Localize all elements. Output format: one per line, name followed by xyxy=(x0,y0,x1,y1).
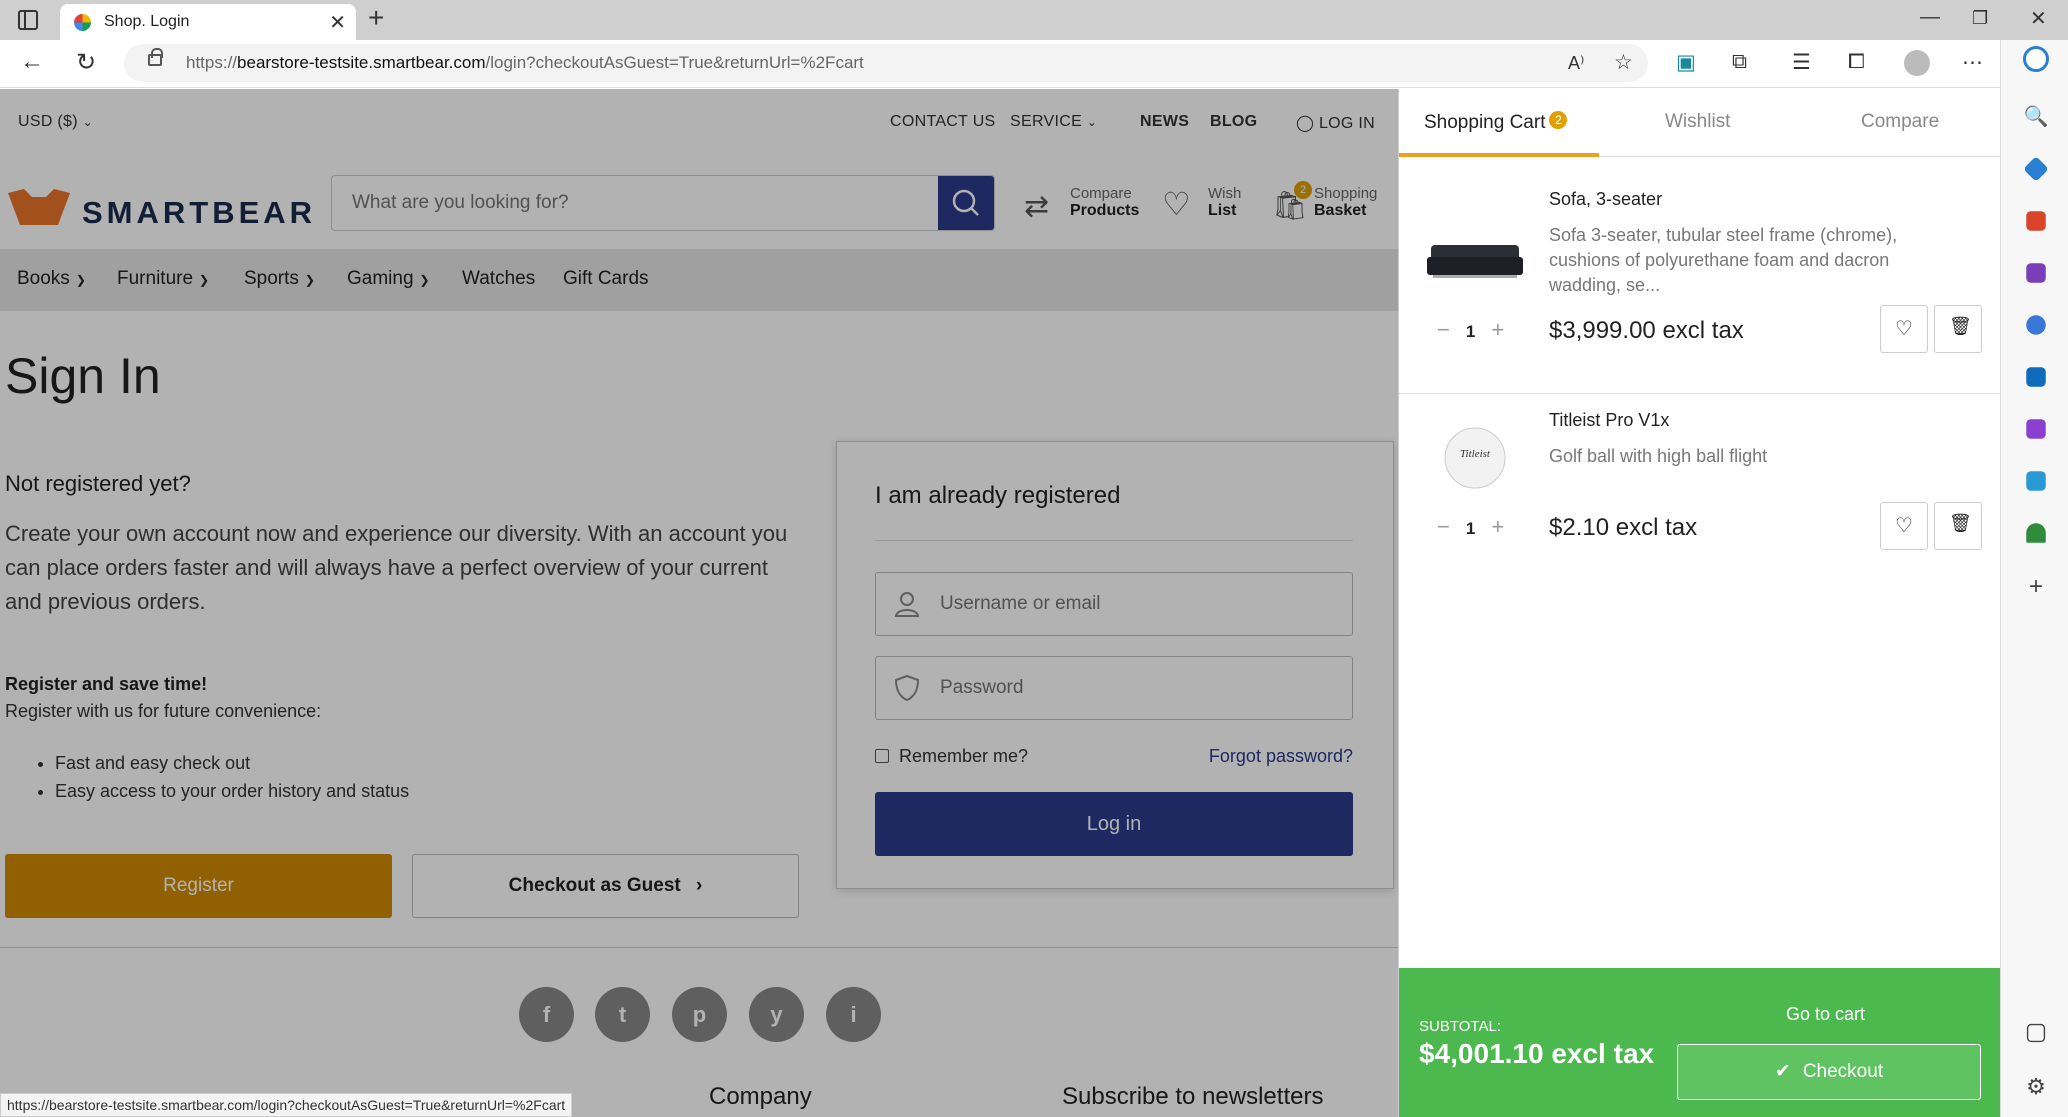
more-menu-icon[interactable]: ⋯ xyxy=(1962,50,1983,75)
tab-compare[interactable]: Compare xyxy=(1861,111,1939,133)
close-window-icon[interactable]: ✕ xyxy=(2030,6,2047,31)
sidebar-settings-gear-icon[interactable]: ⚙ xyxy=(2023,1074,2049,1100)
increase-qty-icon[interactable]: + xyxy=(1491,514,1504,539)
cart-item-price: $2.10 excl tax xyxy=(1549,514,1698,541)
designer-icon[interactable] xyxy=(2026,419,2046,439)
cart-tabs: Shopping Cart 2 Wishlist Compare xyxy=(1399,89,2001,157)
send-icon[interactable] xyxy=(2026,471,2046,491)
tree-icon[interactable] xyxy=(2026,523,2046,543)
cart-footer: SUBTOTAL: $4,001.10 excl tax Go to cart … xyxy=(1399,968,2001,1117)
heart-icon: ♡ xyxy=(1895,515,1913,537)
cart-panel: Shopping Cart 2 Wishlist Compare Sofa, 3-… xyxy=(1398,89,2001,1117)
status-bar-url: https://bearstore-testsite.smartbear.com… xyxy=(0,1093,573,1117)
checkout-button[interactable]: ✔ Checkout xyxy=(1677,1044,1981,1100)
edge-sidebar: 🔍 + ⚙ xyxy=(2000,40,2068,1117)
remove-item-button[interactable]: 🗑 xyxy=(1934,305,1982,353)
divider xyxy=(1399,393,2001,394)
trash-icon: 🗑 xyxy=(1949,513,1972,533)
url-field[interactable]: https://bearstore-testsite.smartbear.com… xyxy=(124,44,1648,82)
restore-window-icon[interactable]: ❐ xyxy=(1972,8,1988,29)
tools-icon[interactable] xyxy=(2026,211,2046,231)
sofa-product-image[interactable] xyxy=(1425,227,1525,297)
move-to-wishlist-button[interactable]: ♡ xyxy=(1880,305,1928,353)
shop-page: USD ($) ⌄ CONTACT US SERVICE ⌄ NEWS BLOG… xyxy=(0,89,1398,1117)
shopping-tag-icon[interactable] xyxy=(2023,156,2049,182)
cart-item-price: $3,999.00 excl tax xyxy=(1549,317,1744,344)
lock-icon[interactable] xyxy=(148,48,163,66)
decrease-qty-icon[interactable]: − xyxy=(1437,317,1450,342)
check-icon: ✔ xyxy=(1774,1061,1791,1082)
outlook-icon[interactable] xyxy=(2026,367,2046,387)
games-icon[interactable] xyxy=(2026,263,2046,283)
increase-qty-icon[interactable]: + xyxy=(1491,317,1504,342)
refresh-icon[interactable]: ↻ xyxy=(76,48,96,77)
extensions-puzzle-icon[interactable]: ⧉ xyxy=(1732,50,1747,74)
cart-item-name[interactable]: Sofa, 3-seater xyxy=(1549,189,1662,210)
cart-item-description: Sofa 3-seater, tubular steel frame (chro… xyxy=(1549,225,1898,295)
page-dim-overlay[interactable] xyxy=(0,89,1398,1117)
microsoft-365-icon[interactable] xyxy=(2026,315,2046,335)
browser-tab-title: Shop. Login xyxy=(104,13,190,30)
quantity-stepper[interactable]: −1 + xyxy=(1437,317,1504,343)
browser-tab-strip: Shop. Login ✕ + — ❐ ✕ xyxy=(0,0,2068,40)
hide-sidebar-icon[interactable] xyxy=(2026,1023,2046,1043)
new-tab-icon[interactable]: + xyxy=(368,2,384,34)
extension-icon[interactable]: ▣ xyxy=(1676,50,1696,75)
heart-icon: ♡ xyxy=(1895,318,1913,340)
close-tab-icon[interactable]: ✕ xyxy=(329,10,346,35)
cart-item-description: Golf ball with high ball flight xyxy=(1549,446,1768,466)
decrease-qty-icon[interactable]: − xyxy=(1437,514,1450,539)
browser-address-bar: ← ↻ https://bearstore-testsite.smartbear… xyxy=(0,40,2068,88)
read-aloud-icon[interactable]: A⁾ xyxy=(1568,53,1584,74)
svg-text:Titleist: Titleist xyxy=(1460,448,1491,460)
browser-tab[interactable]: Shop. Login ✕ xyxy=(60,4,356,40)
remove-item-button[interactable]: 🗑 xyxy=(1934,502,1982,550)
move-to-wishlist-button[interactable]: ♡ xyxy=(1880,502,1928,550)
favorites-icon[interactable]: ☰ xyxy=(1792,50,1811,75)
cart-item-name[interactable]: Titleist Pro V1x xyxy=(1549,410,1669,431)
trash-icon: 🗑 xyxy=(1949,316,1972,336)
go-to-cart-link[interactable]: Go to cart xyxy=(1786,1004,1865,1025)
site-favicon-icon xyxy=(74,14,91,31)
search-icon[interactable]: 🔍 xyxy=(2023,104,2049,130)
tab-wishlist[interactable]: Wishlist xyxy=(1665,111,1730,133)
subtotal-value: $4,001.10 excl tax xyxy=(1419,1038,1655,1069)
back-arrow-icon[interactable]: ← xyxy=(20,48,44,76)
collections-icon[interactable]: ⧠ xyxy=(1848,50,1865,74)
golf-ball-product-image[interactable]: Titleist xyxy=(1425,424,1525,494)
add-sidebar-app-icon[interactable]: + xyxy=(2023,574,2049,600)
cart-count-badge: 2 xyxy=(1549,111,1568,129)
profile-avatar[interactable] xyxy=(1904,50,1930,76)
subtotal-label: SUBTOTAL: xyxy=(1419,1018,1501,1035)
add-favorite-icon[interactable]: ☆ xyxy=(1614,50,1633,75)
quantity-stepper[interactable]: −1 + xyxy=(1437,514,1504,540)
bing-copilot-icon[interactable] xyxy=(2023,46,2049,72)
url-text[interactable]: https://bearstore-testsite.smartbear.com… xyxy=(186,53,864,73)
minimize-window-icon[interactable]: — xyxy=(1920,6,1940,29)
tab-actions-icon[interactable] xyxy=(18,10,38,30)
tab-shopping-cart[interactable]: Shopping Cart 2 xyxy=(1424,111,1568,134)
active-tab-indicator xyxy=(1399,153,1599,157)
